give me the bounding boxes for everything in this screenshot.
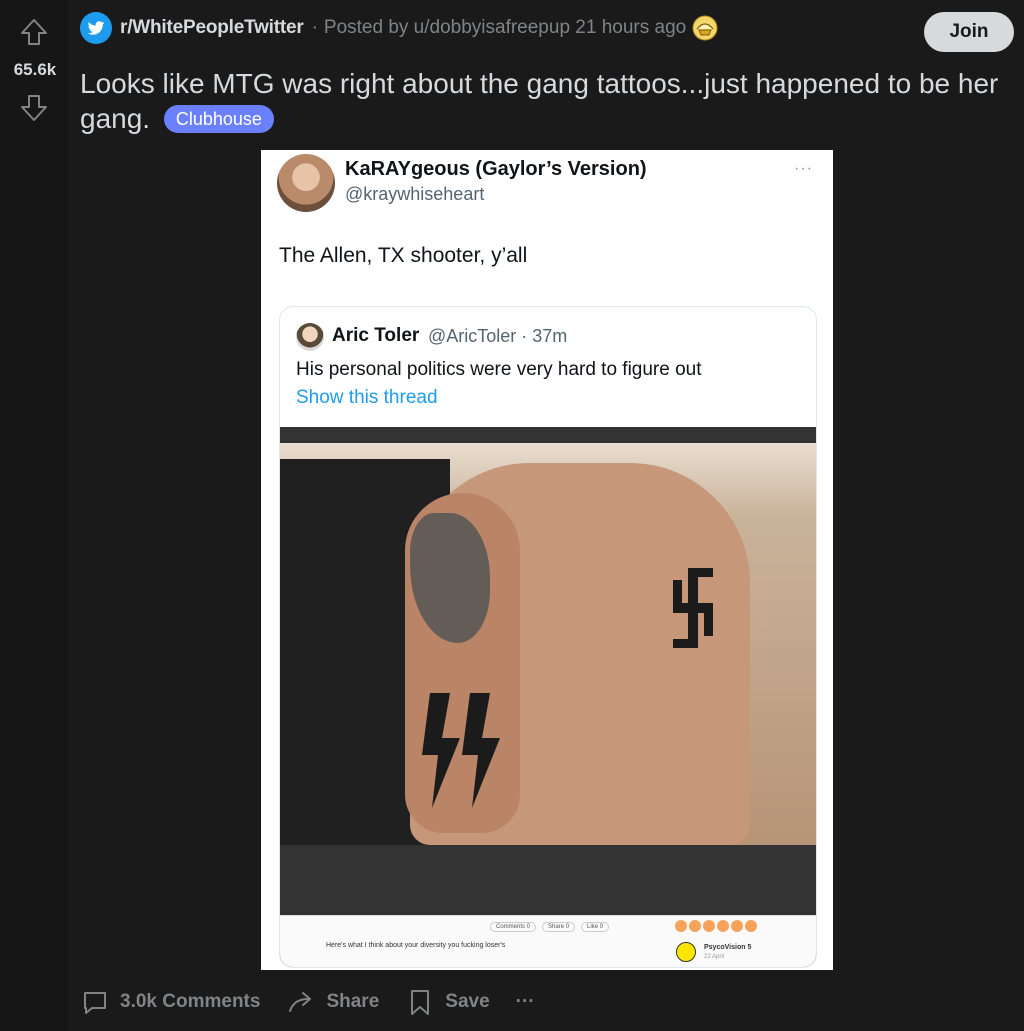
reaction-dot-icon — [745, 920, 757, 932]
quoted-author-avatar — [296, 323, 324, 351]
posted-by-text[interactable]: Posted by u/dobbyisafreepup 21 hours ago — [324, 17, 686, 39]
post-image[interactable]: KaRAYgeous (Gaylor’s Version) @kraywhise… — [261, 150, 833, 970]
post-meta: r/WhitePeopleTwitter · Posted by u/dobby… — [80, 12, 718, 44]
smiley-avatar-icon — [676, 942, 696, 962]
share-label: Share — [326, 991, 380, 1012]
inner-date: 22 April — [704, 954, 725, 960]
quoted-author-handle: @AricToler · 37m — [428, 326, 568, 346]
tweet-author-handle: @kraywhiseheart — [345, 184, 485, 204]
inner-comments-chip: Comments 0 — [490, 922, 537, 932]
reaction-dot-icon — [703, 920, 715, 932]
tattoo-photo — [280, 443, 816, 845]
ss-tattoo — [422, 693, 500, 808]
downvote-icon[interactable] — [18, 92, 50, 124]
upvote-icon[interactable] — [18, 16, 50, 48]
inner-share-chip: Share 0 — [542, 922, 576, 932]
inner-reaction-icons — [675, 920, 757, 932]
share-button[interactable]: Share — [286, 987, 379, 1017]
post-actions: 3.0k Comments Share Save ··· — [80, 982, 535, 1022]
show-thread-link: Show this thread — [296, 387, 438, 408]
tweet-author-avatar — [277, 154, 335, 212]
quoted-author-name: Aric Toler — [332, 325, 420, 346]
inner-caption: Here's what I think about your diversity… — [326, 942, 506, 949]
subreddit-link[interactable]: r/WhitePeopleTwitter — [120, 17, 304, 39]
save-label: Save — [445, 991, 490, 1012]
meta-separator: · — [311, 17, 318, 38]
swastika-tattoo — [673, 568, 713, 648]
save-button[interactable]: Save — [405, 987, 490, 1017]
inner-like-chip: Like 0 — [581, 922, 610, 932]
tweet-author-name: KaRAYgeous (Gaylor’s Version) — [345, 158, 647, 180]
vote-score: 65.6k — [13, 60, 57, 79]
post-title[interactable]: Looks like MTG was right about the gang … — [80, 66, 1000, 136]
reaction-dot-icon — [689, 920, 701, 932]
quoted-photo: Comments 0 Share 0 Like 0 Here's what I … — [280, 427, 816, 967]
post-container: r/WhitePeopleTwitter · Posted by u/dobby… — [68, 0, 1024, 1031]
vote-column: 65.6k — [0, 0, 68, 1031]
more-options-button[interactable]: ··· — [516, 991, 535, 1013]
award-icon[interactable] — [692, 15, 718, 41]
comments-button[interactable]: 3.0k Comments — [80, 987, 260, 1017]
twitter-bird-icon[interactable] — [80, 12, 112, 44]
tweet-more-icon: ··· — [794, 160, 813, 177]
share-icon — [289, 992, 312, 1012]
quoted-tweet-text: His personal politics were very hard to … — [296, 359, 702, 380]
inner-action-row: Comments 0 Share 0 Like 0 — [490, 922, 610, 932]
quoted-tweet: Aric Toler @AricToler · 37m His personal… — [279, 306, 817, 968]
join-button[interactable]: Join — [924, 12, 1014, 52]
photo-dark-band — [280, 845, 816, 915]
reaction-dot-icon — [675, 920, 687, 932]
more-options-icon: ··· — [515, 991, 535, 1012]
bookmark-icon — [411, 990, 430, 1015]
inner-user-name: PsycoVision 5 — [704, 944, 752, 951]
inner-screenshot-strip: Comments 0 Share 0 Like 0 Here's what I … — [280, 915, 816, 967]
post-flair[interactable]: Clubhouse — [163, 105, 274, 133]
comments-label: 3.0k Comments — [120, 991, 261, 1012]
reaction-dot-icon — [731, 920, 743, 932]
tweet-text: The Allen, TX shooter, y’all — [279, 244, 528, 267]
comment-icon — [84, 992, 106, 1014]
reaction-dot-icon — [717, 920, 729, 932]
